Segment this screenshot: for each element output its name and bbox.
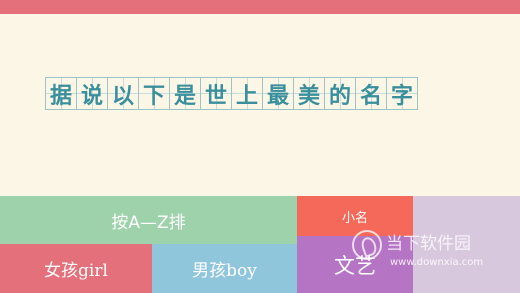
page-title: 据 说 以 下 是 世 上 最 美 的 名 字	[45, 77, 418, 110]
watermark-text: 当下软件园	[386, 234, 471, 254]
sort-az-button[interactable]: 按A—Z排	[0, 196, 297, 244]
title-char: 以	[107, 77, 139, 110]
title-char: 最	[262, 77, 294, 110]
title-char: 据	[45, 77, 77, 110]
title-char: 下	[138, 77, 170, 110]
title-char: 说	[76, 77, 108, 110]
watermark-url: www.downxia.com	[390, 257, 484, 268]
nickname-label: 小名	[341, 210, 368, 226]
title-char: 上	[231, 77, 263, 110]
title-char: 美	[293, 77, 325, 110]
girl-names-button[interactable]: 女孩girl	[0, 244, 152, 293]
watermark-logo-icon	[352, 230, 382, 260]
title-char: 名	[355, 77, 387, 110]
top-bar	[0, 0, 520, 14]
title-char: 是	[169, 77, 201, 110]
title-char: 世	[200, 77, 232, 110]
boy-names-button[interactable]: 男孩boy	[152, 244, 297, 293]
girl-names-label: 女孩girl	[44, 261, 108, 281]
sort-az-label: 按A—Z排	[111, 212, 186, 233]
boy-names-label: 男孩boy	[192, 261, 257, 281]
title-char: 字	[386, 77, 418, 110]
title-char: 的	[324, 77, 356, 110]
